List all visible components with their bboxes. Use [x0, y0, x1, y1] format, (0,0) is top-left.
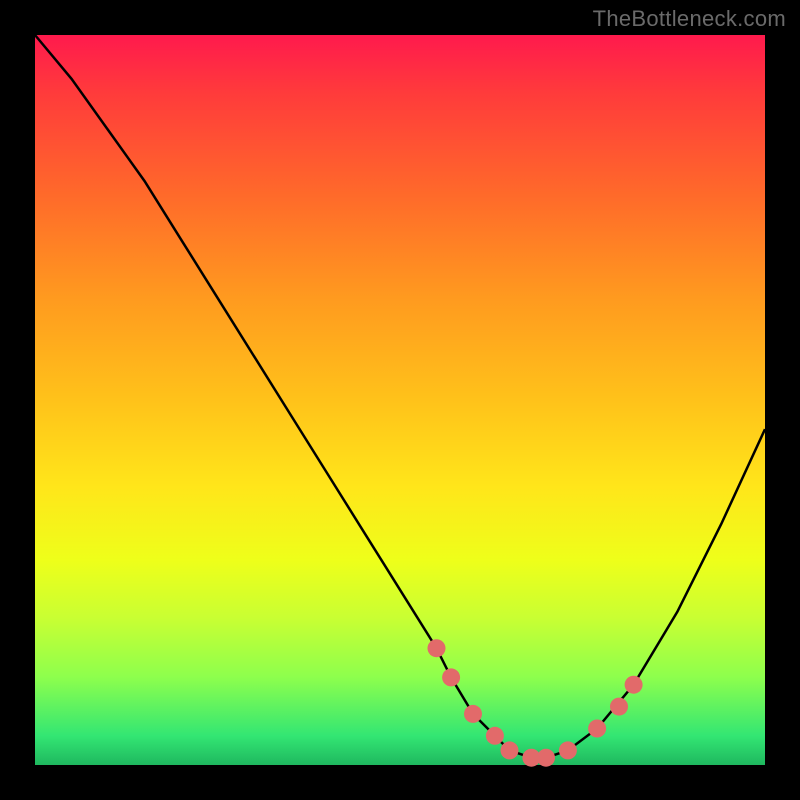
curve-marker: [625, 676, 643, 694]
curve-marker: [442, 668, 460, 686]
curve-layer: [35, 35, 765, 765]
source-watermark: TheBottleneck.com: [593, 6, 786, 32]
curve-marker: [501, 741, 519, 759]
plot-area: [35, 35, 765, 765]
curve-marker: [559, 741, 577, 759]
bottleneck-curve: [35, 35, 765, 758]
curve-marker: [537, 749, 555, 767]
curve-marker: [588, 720, 606, 738]
curve-marker: [486, 727, 504, 745]
curve-marker: [428, 639, 446, 657]
curve-markers: [428, 639, 643, 767]
curve-marker: [464, 705, 482, 723]
curve-marker: [610, 698, 628, 716]
chart-frame: TheBottleneck.com: [0, 0, 800, 800]
